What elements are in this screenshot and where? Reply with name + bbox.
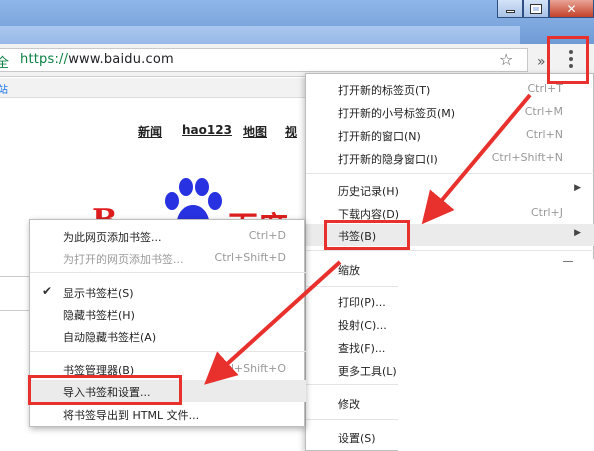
address-bar[interactable]: 全 https://www.baidu.com ☆: [0, 48, 528, 72]
minimize-icon: [505, 10, 515, 13]
nav-link-map[interactable]: 地图: [243, 123, 267, 140]
maximize-icon: [530, 3, 542, 14]
submenu-arrow-icon: ▶: [574, 183, 581, 193]
highlight-box-bookmarks: [324, 220, 410, 250]
submenu-separator: [30, 272, 306, 273]
submenu-item-shortcut: Ctrl+D: [248, 229, 286, 242]
minimize-button[interactable]: [497, 0, 523, 18]
submenu-item-label: 显示书签栏(S): [63, 287, 134, 300]
submenu-item-label: 为此网页添加书签...: [63, 231, 162, 244]
submenu-item-hide-bookmarks-bar[interactable]: 隐藏书签栏(H): [30, 303, 306, 325]
secure-label-fragment: 全: [0, 56, 10, 71]
menu-separator: [306, 250, 594, 251]
close-icon: ✕: [566, 1, 577, 16]
url-text[interactable]: https://www.baidu.com: [20, 52, 174, 67]
window-title-bar: ✕: [0, 0, 594, 44]
menu-item-label: 历史记录(H): [338, 185, 399, 198]
submenu-item-label: 为打开的网页添加书签...: [63, 253, 184, 266]
bookmark-item-fragment[interactable]: 站: [0, 81, 8, 96]
menu-item-label: 打开新的隐身窗口(I): [338, 153, 438, 166]
highlight-box-import: [28, 375, 182, 405]
menu-item-new-incognito-window[interactable]: 打开新的隐身窗口(I) Ctrl+Shift+N: [306, 147, 594, 169]
nav-link-video[interactable]: 视: [285, 123, 297, 140]
menu-item-shortcut: Ctrl+N: [525, 128, 563, 141]
submenu-item-label: 自动隐藏书签栏(A): [63, 331, 157, 344]
submenu-item-bookmark-this-page[interactable]: 为此网页添加书签... Ctrl+D: [30, 225, 306, 247]
highlight-box-menu-button: [547, 36, 589, 84]
submenu-item-label: 隐藏书签栏(H): [63, 309, 135, 322]
nav-link-hao123[interactable]: hao123: [182, 123, 232, 137]
submenu-item-label: 将书签导出到 HTML 文件...: [63, 409, 200, 422]
menu-item-label: 修改: [338, 398, 360, 411]
submenu-separator: [30, 351, 306, 352]
submenu-item-shortcut: Ctrl+Shift+O: [214, 362, 286, 375]
menu-item-label: 打印(P)...: [338, 296, 386, 309]
menu-separator: [306, 173, 594, 174]
checkmark-icon: ✔: [42, 284, 53, 298]
submenu-arrow-icon: ▶: [574, 228, 581, 238]
menu-item-label: 设置(S): [338, 432, 376, 445]
maximize-button[interactable]: [523, 0, 549, 18]
tab-strip: [0, 26, 520, 44]
url-protocol: https://: [20, 52, 69, 67]
submenu-item-show-bookmarks-bar[interactable]: ✔ 显示书签栏(S): [30, 281, 306, 303]
submenu-item-shortcut: Ctrl+Shift+D: [214, 251, 286, 264]
close-button[interactable]: ✕: [549, 0, 594, 18]
menu-item-label: 打开新的标签页(T): [338, 84, 431, 97]
menu-item-label: 打开新的小号标签页(M): [338, 107, 456, 120]
submenu-item-bookmark-open-pages[interactable]: 为打开的网页添加书签... Ctrl+Shift+D: [30, 247, 306, 269]
menu-item-shortcut: Ctrl+M: [524, 105, 563, 118]
submenu-item-auto-hide-bookmarks-bar[interactable]: 自动隐藏书签栏(A): [30, 325, 306, 347]
menu-item-label: 打开新的窗口(N): [338, 130, 421, 143]
menu-item-label: 查找(F)...: [338, 342, 386, 355]
menu-item-new-window[interactable]: 打开新的窗口(N) Ctrl+N: [306, 124, 594, 146]
menu-item-label: 更多工具(L): [338, 365, 397, 378]
overlay-cover-stub: [503, 259, 594, 271]
extensions-overflow-icon[interactable]: »: [537, 54, 546, 70]
menu-item-shortcut: Ctrl+Shift+N: [491, 151, 563, 164]
bookmark-star-icon[interactable]: ☆: [499, 50, 513, 69]
menu-item-new-small-tab[interactable]: 打开新的小号标签页(M) Ctrl+M: [306, 101, 594, 123]
nav-link-news[interactable]: 新闻: [138, 123, 162, 140]
submenu-item-export-bookmarks[interactable]: 将书签导出到 HTML 文件...: [30, 403, 306, 425]
overlay-cover: [398, 271, 594, 451]
menu-item-history[interactable]: 历史记录(H) ▶: [306, 179, 594, 201]
menu-item-shortcut: Ctrl+J: [530, 206, 563, 219]
menu-item-label: 缩放: [338, 264, 360, 277]
menu-item-label: 投射(C)...: [338, 319, 387, 332]
url-host: www.baidu.com: [68, 52, 174, 67]
